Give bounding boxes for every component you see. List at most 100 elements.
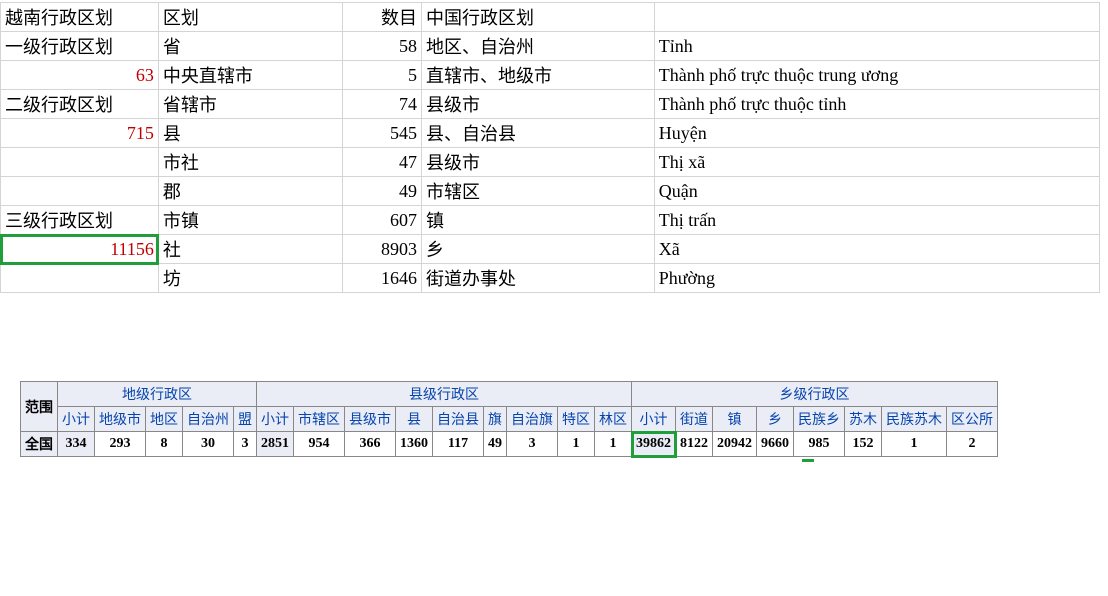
sheet-cell-a: 一级行政区划 xyxy=(1,32,159,61)
stats-col-header: 民族乡 xyxy=(794,407,845,432)
sheet-row: 715县545县、自治县Huyện xyxy=(1,119,1100,148)
sheet-cell-a: 11156 xyxy=(1,235,159,264)
sheet-cell-c: 1646 xyxy=(343,264,422,293)
china-divisions-stats-table: 范围 地级行政区 县级行政区 乡级行政区 小计地级市地区自治州盟小计市辖区县级市… xyxy=(20,381,998,457)
sheet-cell-a xyxy=(1,177,159,206)
stats-col-header: 县 xyxy=(396,407,433,432)
sheet-cell-c: 58 xyxy=(343,32,422,61)
stats-cell: 8 xyxy=(146,432,183,457)
sheet-row: 63中央直辖市5直辖市、地级市Thành phố trực thuộc trun… xyxy=(1,61,1100,90)
stats-cell: 1360 xyxy=(396,432,433,457)
stats-col-header: 小计 xyxy=(257,407,294,432)
stats-cell: 985 xyxy=(794,432,845,457)
sheet-cell-b: 郡 xyxy=(158,177,342,206)
stats-cell: 1 xyxy=(558,432,595,457)
stats-cell: 2 xyxy=(947,432,998,457)
sheet-cell-e: Thành phố trực thuộc trung ương xyxy=(654,61,1099,90)
sheet-cell-d: 街道办事处 xyxy=(421,264,654,293)
sheet-cell-e: Thị trấn xyxy=(654,206,1099,235)
sheet-cell-d: 县级市 xyxy=(421,90,654,119)
header-cn-division: 中国行政区划 xyxy=(421,3,654,32)
sheet-cell-d: 市辖区 xyxy=(421,177,654,206)
stats-cell: 8122 xyxy=(676,432,713,457)
stats-col-header: 乡 xyxy=(757,407,794,432)
stats-cell: 366 xyxy=(345,432,396,457)
sheet-cell-c: 545 xyxy=(343,119,422,148)
stats-cell: 3 xyxy=(234,432,257,457)
stats-cell: 334 xyxy=(58,432,95,457)
group-county: 县级行政区 xyxy=(257,382,632,407)
stats-col-header: 自治县 xyxy=(433,407,484,432)
stats-col-header: 市辖区 xyxy=(294,407,345,432)
stats-col-header: 地区 xyxy=(146,407,183,432)
stats-col-header: 林区 xyxy=(595,407,632,432)
sheet-cell-e: Thị xã xyxy=(654,148,1099,177)
sheet-row: 三级行政区划市镇607镇Thị trấn xyxy=(1,206,1100,235)
sheet-cell-a: 二级行政区划 xyxy=(1,90,159,119)
stats-cell: 152 xyxy=(845,432,882,457)
sheet-cell-b: 省 xyxy=(158,32,342,61)
stats-cell: 3 xyxy=(507,432,558,457)
sheet-cell-d: 直辖市、地级市 xyxy=(421,61,654,90)
stats-col-header: 县级市 xyxy=(345,407,396,432)
sheet-cell-d: 地区、自治州 xyxy=(421,32,654,61)
sheet-cell-d: 县级市 xyxy=(421,148,654,177)
sheet-row: 一级行政区划省58地区、自治州Tỉnh xyxy=(1,32,1100,61)
group-prefecture: 地级行政区 xyxy=(58,382,257,407)
sheet-cell-b: 中央直辖市 xyxy=(158,61,342,90)
stats-col-header: 街道 xyxy=(676,407,713,432)
stats-col-header: 特区 xyxy=(558,407,595,432)
stats-cell: 117 xyxy=(433,432,484,457)
sheet-row: 郡49市辖区Quận xyxy=(1,177,1100,206)
sheet-cell-c: 8903 xyxy=(343,235,422,264)
stats-col-header: 自治旗 xyxy=(507,407,558,432)
sheet-cell-e: Huyện xyxy=(654,119,1099,148)
header-vn-division: 越南行政区划 xyxy=(1,3,159,32)
stats-cell: 2851 xyxy=(257,432,294,457)
header-vn-name xyxy=(654,3,1099,32)
stats-col-header: 自治州 xyxy=(183,407,234,432)
sheet-header-row: 越南行政区划 区划 数目 中国行政区划 xyxy=(1,3,1100,32)
sheet-cell-b: 坊 xyxy=(158,264,342,293)
stats-col-header: 镇 xyxy=(713,407,757,432)
stats-cell: 20942 xyxy=(713,432,757,457)
green-mark xyxy=(802,459,814,462)
sheet-cell-e: Quận xyxy=(654,177,1099,206)
sheet-cell-e: Phường xyxy=(654,264,1099,293)
sheet-cell-d: 镇 xyxy=(421,206,654,235)
stats-col-header: 地级市 xyxy=(95,407,146,432)
sheet-cell-c: 5 xyxy=(343,61,422,90)
group-township: 乡级行政区 xyxy=(632,382,998,407)
sheet-cell-d: 县、自治县 xyxy=(421,119,654,148)
sheet-cell-c: 47 xyxy=(343,148,422,177)
stats-row-label: 全国 xyxy=(21,432,58,457)
header-count: 数目 xyxy=(343,3,422,32)
vietnam-divisions-table: 越南行政区划 区划 数目 中国行政区划 一级行政区划省58地区、自治州Tỉnh6… xyxy=(0,2,1100,293)
stats-col-header: 旗 xyxy=(484,407,507,432)
stats-col-header: 区公所 xyxy=(947,407,998,432)
sheet-cell-b: 省辖市 xyxy=(158,90,342,119)
corner-label: 范围 xyxy=(21,382,58,432)
sheet-cell-c: 74 xyxy=(343,90,422,119)
header-category: 区划 xyxy=(158,3,342,32)
stats-cell: 1 xyxy=(595,432,632,457)
sheet-cell-b: 社 xyxy=(158,235,342,264)
stats-col-header: 小计 xyxy=(632,407,676,432)
stats-col-header: 苏木 xyxy=(845,407,882,432)
sheet-cell-b: 市社 xyxy=(158,148,342,177)
stats-col-header: 民族苏木 xyxy=(882,407,947,432)
stats-col-header: 盟 xyxy=(234,407,257,432)
stats-cell: 9660 xyxy=(757,432,794,457)
sheet-cell-e: Thành phố trực thuộc tỉnh xyxy=(654,90,1099,119)
sheet-row: 市社47县级市Thị xã xyxy=(1,148,1100,177)
stats-cell: 293 xyxy=(95,432,146,457)
sheet-cell-a xyxy=(1,148,159,177)
stats-col-header: 小计 xyxy=(58,407,95,432)
sheet-cell-e: Tỉnh xyxy=(654,32,1099,61)
sheet-cell-c: 607 xyxy=(343,206,422,235)
sheet-cell-b: 县 xyxy=(158,119,342,148)
stats-cell: 30 xyxy=(183,432,234,457)
sheet-row: 11156社8903乡Xã xyxy=(1,235,1100,264)
sheet-cell-a: 三级行政区划 xyxy=(1,206,159,235)
sheet-cell-d: 乡 xyxy=(421,235,654,264)
